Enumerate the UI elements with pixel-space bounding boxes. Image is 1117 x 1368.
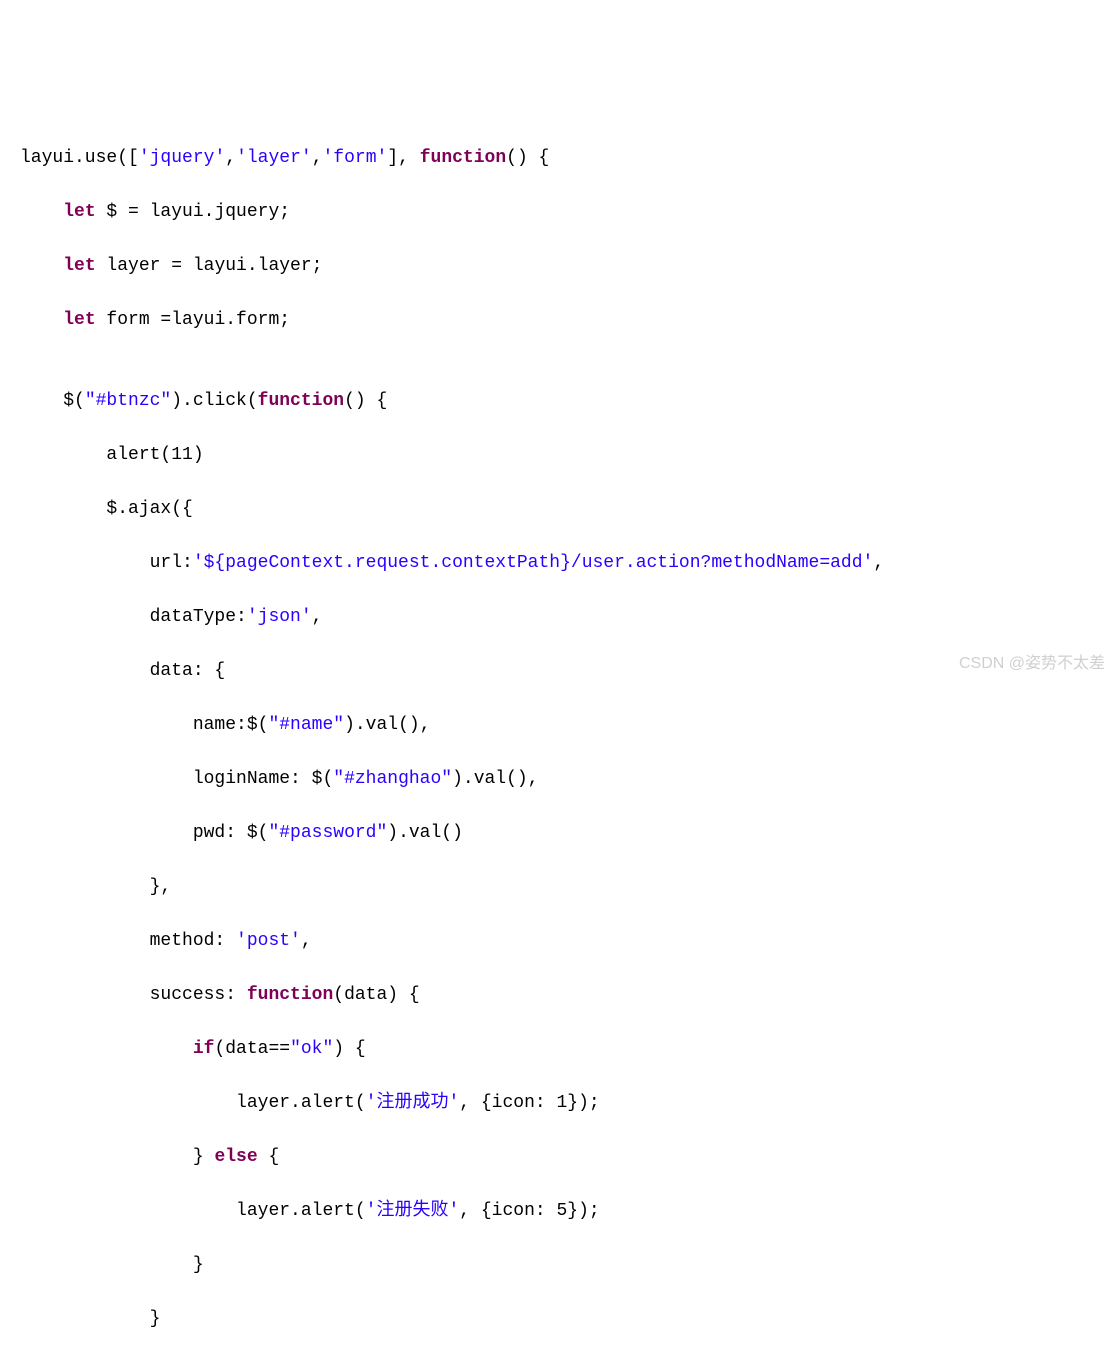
token: , [873,553,884,573]
string-token: '注册失败' [366,1201,460,1221]
code-line: $.ajax({ [20,496,1097,523]
code-line: pwd: $("#password").val() [20,820,1097,847]
token: alert(11) [20,445,204,465]
token: ).val(), [344,715,430,735]
token [20,1039,193,1059]
token: ).click( [171,391,257,411]
token: { [258,1147,280,1167]
token: layui.use([ [20,148,139,168]
token: data: { [20,661,225,681]
string-token: "ok" [290,1039,333,1059]
token: (data) { [333,985,419,1005]
code-line: alert(11) [20,442,1097,469]
token: }, [20,877,171,897]
string-token: 'layer' [236,148,312,168]
code-line: dataType:'json', [20,604,1097,631]
keyword-token: let [63,202,95,222]
token: loginName: $( [20,769,333,789]
code-line: }, [20,874,1097,901]
code-line: url:'${pageContext.request.contextPath}/… [20,550,1097,577]
keyword-token: function [247,985,333,1005]
token: $ = layui.jquery; [96,202,290,222]
string-token: '${pageContext.request.contextPath}/user… [193,553,874,573]
code-line: let layer = layui.layer; [20,253,1097,280]
watermark-text: CSDN @姿势不太差 [959,652,1105,676]
keyword-token: else [214,1147,257,1167]
token: } [20,1255,204,1275]
token: (data== [214,1039,290,1059]
token: layer.alert( [20,1201,366,1221]
code-line: layer.alert('注册成功', {icon: 1}); [20,1090,1097,1117]
token [20,256,63,276]
token: success: [20,985,247,1005]
code-line: let $ = layui.jquery; [20,199,1097,226]
code-line: if(data=="ok") { [20,1036,1097,1063]
token: } [20,1309,160,1329]
token: url: [20,553,193,573]
code-line: name:$("#name").val(), [20,712,1097,739]
token [20,202,63,222]
keyword-token: function [258,391,344,411]
token: () { [506,148,549,168]
token: $( [20,391,85,411]
token: , [225,148,236,168]
token: , {icon: 1}); [459,1093,599,1113]
code-line: data: { [20,658,1097,685]
token: dataType: [20,607,247,627]
token: ], [387,148,419,168]
keyword-token: if [193,1039,215,1059]
token: name:$( [20,715,268,735]
code-line: } [20,1306,1097,1333]
token: } [20,1147,214,1167]
code-line: layui.use(['jquery','layer','form'], fun… [20,145,1097,172]
token: () { [344,391,387,411]
string-token: 'form' [323,148,388,168]
string-token: 'post' [236,931,301,951]
code-line: layer.alert('注册失败', {icon: 5}); [20,1198,1097,1225]
code-line: } else { [20,1144,1097,1171]
string-token: "#name" [268,715,344,735]
code-line: loginName: $("#zhanghao").val(), [20,766,1097,793]
token: ).val() [387,823,463,843]
token [20,310,63,330]
token: , [312,607,323,627]
token: , [312,148,323,168]
keyword-token: function [420,148,506,168]
token: layer = layui.layer; [96,256,323,276]
string-token: "#password" [268,823,387,843]
code-line: method: 'post', [20,928,1097,955]
code-line: $("#btnzc").click(function() { [20,388,1097,415]
string-token: '注册成功' [366,1093,460,1113]
code-line: let form =layui.form; [20,307,1097,334]
string-token: 'jquery' [139,148,225,168]
token: , {icon: 5}); [459,1201,599,1221]
string-token: 'json' [247,607,312,627]
code-line: success: function(data) { [20,982,1097,1009]
token: method: [20,931,236,951]
code-line: } [20,1252,1097,1279]
token: form =layui.form; [96,310,290,330]
token: , [301,931,312,951]
keyword-token: let [63,310,95,330]
token: layer.alert( [20,1093,366,1113]
keyword-token: let [63,256,95,276]
token: pwd: $( [20,823,268,843]
token: ).val(), [452,769,538,789]
token: ) { [333,1039,365,1059]
token: $.ajax({ [20,499,193,519]
code-block: layui.use(['jquery','layer','form'], fun… [20,118,1097,1360]
string-token: "#zhanghao" [333,769,452,789]
string-token: "#btnzc" [85,391,171,411]
